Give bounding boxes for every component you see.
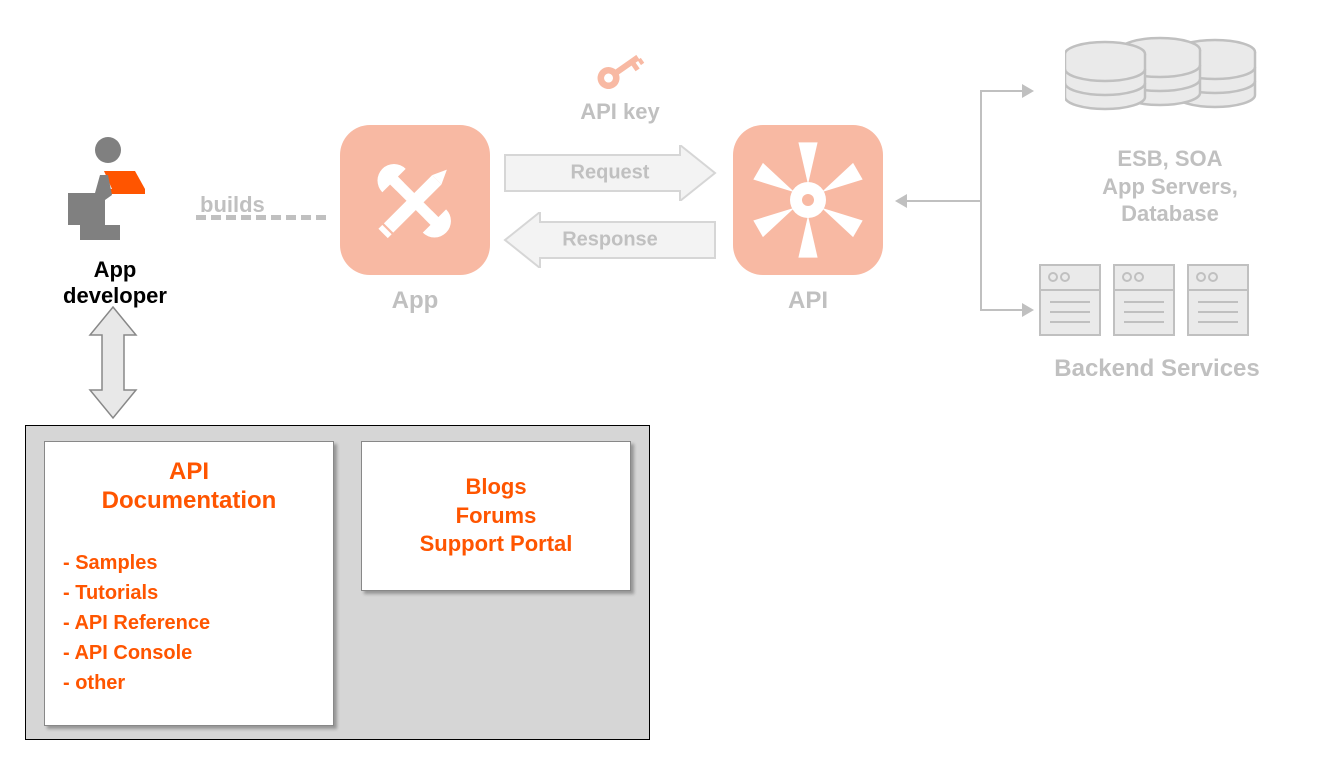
api-key-label: API key (540, 99, 700, 125)
database-label: ESB, SOA App Servers, Database (1055, 145, 1285, 228)
docs-item: - other (63, 668, 315, 698)
connector-vertical (980, 90, 982, 310)
docs-item: - API Console (63, 638, 315, 668)
docs-container: API Documentation - Samples - Tutorials … (25, 425, 650, 740)
app-label: App (335, 287, 495, 315)
response-label: Response (562, 229, 658, 252)
community-line: Blogs (420, 473, 573, 502)
docs-title: API Documentation (63, 458, 315, 516)
request-label: Request (571, 162, 650, 185)
app-tools-icon (340, 125, 490, 275)
api-documentation-box: API Documentation - Samples - Tutorials … (44, 441, 334, 726)
server-icons (1035, 260, 1255, 340)
connector-api-right (903, 200, 981, 202)
response-arrow: Response (500, 212, 720, 268)
arrowhead-branch-top (1022, 84, 1034, 98)
arrowhead-branch-bottom (1022, 303, 1034, 317)
developer: App developer (40, 135, 190, 309)
api-gear-icon (733, 125, 883, 275)
arrowhead-into-api (895, 194, 907, 208)
api-key: API key (540, 50, 700, 125)
api-label: API (728, 287, 888, 315)
developer-label: App developer (40, 257, 190, 309)
docs-items: - Samples - Tutorials - API Reference - … (63, 548, 315, 698)
connector-branch-top (980, 90, 1024, 92)
key-icon (590, 50, 650, 90)
docs-item: - Samples (63, 548, 315, 578)
community-box: Blogs Forums Support Portal (361, 441, 631, 591)
community-line: Support Portal (420, 530, 573, 559)
docs-item: - API Reference (63, 608, 315, 638)
connector-branch-bottom (980, 309, 1024, 311)
request-arrow: Request (500, 145, 720, 201)
community-line: Forums (420, 502, 573, 531)
api: API (728, 125, 888, 315)
database-icons (1065, 30, 1265, 110)
developer-icon (60, 135, 170, 245)
bidirectional-arrow (88, 305, 138, 420)
builds-dash (196, 215, 326, 220)
app: App (335, 125, 495, 315)
docs-item: - Tutorials (63, 578, 315, 608)
community-lines: Blogs Forums Support Portal (420, 473, 573, 559)
backend-label: Backend Services (1017, 355, 1297, 383)
